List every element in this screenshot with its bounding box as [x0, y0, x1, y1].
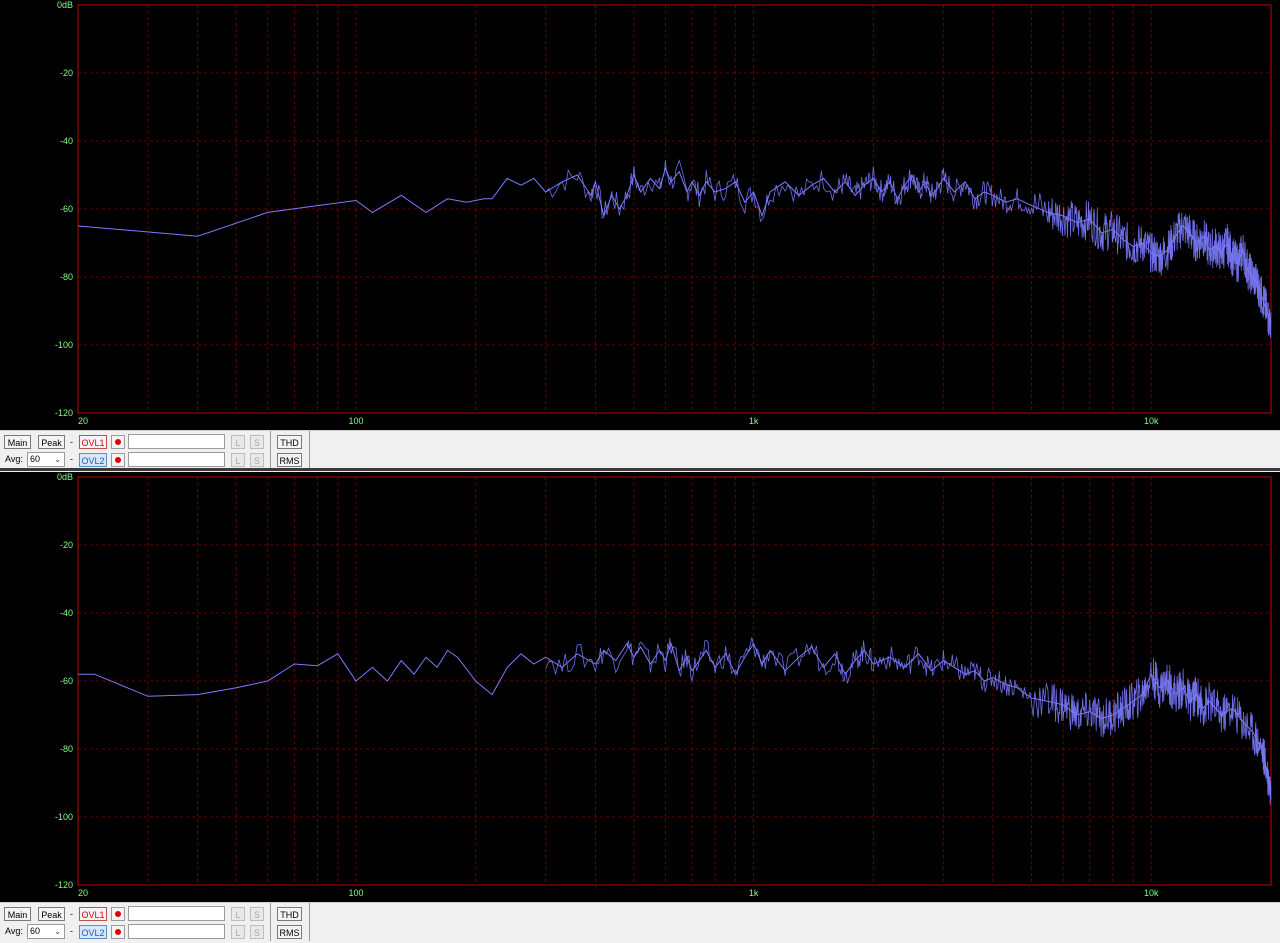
- spectrum-trace: [77, 166, 1272, 325]
- avg-select[interactable]: 60 ⌄: [27, 452, 65, 467]
- record-icon[interactable]: [111, 925, 125, 939]
- y-tick-label: -80: [60, 744, 73, 754]
- x-tick-label: 10k: [1144, 416, 1159, 426]
- dash-label: -: [70, 926, 73, 936]
- panel-divider[interactable]: [0, 468, 1280, 471]
- avg-value: 60: [30, 454, 41, 464]
- thd-button[interactable]: THD: [277, 435, 302, 449]
- rms-button[interactable]: RMS: [277, 925, 302, 939]
- y-tick-label: -60: [60, 204, 73, 214]
- dash-label: -: [70, 909, 73, 919]
- x-tick-label: 100: [348, 888, 363, 898]
- y-tick-label: -80: [60, 272, 73, 282]
- ovl1-name-field[interactable]: [128, 906, 225, 921]
- y-tick-label: 0dB: [57, 0, 73, 10]
- x-tick-label: 20: [78, 888, 88, 898]
- ovl1-name-field[interactable]: [128, 434, 225, 449]
- y-tick-label: -60: [60, 676, 73, 686]
- record-icon[interactable]: [111, 435, 125, 449]
- avg-select[interactable]: 60 ⌄: [27, 924, 65, 939]
- main-button[interactable]: Main: [4, 435, 31, 449]
- spectrum-panel-1: 0dB -20 -40 -60 -80 -100 -120 20 100 1k 10k: [0, 0, 1280, 430]
- s-button[interactable]: S: [250, 907, 264, 921]
- spectrum-chart-1: 0dB -20 -40 -60 -80 -100 -120 20 100 1k 10k: [55, 0, 1272, 426]
- l-button[interactable]: L: [231, 435, 245, 449]
- chevron-down-icon: ⌄: [54, 455, 61, 464]
- spectrum-chart-2: 0dB -20 -40 -60 -80 -100 -120 20 100 1k 10k: [55, 472, 1272, 898]
- spectrum-trace-detail: [545, 159, 1272, 338]
- toolbar-1: Main Peak - OVL1 L S THD Avg: 60 ⌄ - OVL…: [0, 430, 1280, 469]
- spectrum-trace-detail: [545, 637, 1272, 805]
- y-tick-label: -20: [60, 68, 73, 78]
- avg-label: Avg:: [5, 454, 23, 464]
- ovl2-name-field[interactable]: [128, 452, 225, 467]
- toolbar-2: Main Peak - OVL1 L S THD Avg: 60 ⌄ - OVL…: [0, 902, 1280, 943]
- spectrum-panel-2: 0dB -20 -40 -60 -80 -100 -120 20 100 1k 10k: [0, 472, 1280, 902]
- l-button[interactable]: L: [231, 925, 245, 939]
- main-button[interactable]: Main: [4, 907, 31, 921]
- y-tick-label: -20: [60, 540, 73, 550]
- thd-button[interactable]: THD: [277, 907, 302, 921]
- y-tick-label: -120: [55, 408, 73, 418]
- avg-label: Avg:: [5, 926, 23, 936]
- s-button[interactable]: S: [250, 925, 264, 939]
- l-button[interactable]: L: [231, 907, 245, 921]
- avg-value: 60: [30, 926, 41, 936]
- dash-label: -: [70, 454, 73, 464]
- record-icon[interactable]: [111, 453, 125, 467]
- y-tick-label: -100: [55, 812, 73, 822]
- record-icon[interactable]: [111, 907, 125, 921]
- ovl2-name-field[interactable]: [128, 924, 225, 939]
- x-tick-label: 1k: [749, 888, 759, 898]
- peak-button[interactable]: Peak: [38, 435, 65, 449]
- y-tick-label: -40: [60, 136, 73, 146]
- ovl1-button[interactable]: OVL1: [79, 907, 107, 921]
- s-button[interactable]: S: [250, 453, 264, 467]
- x-tick-label: 20: [78, 416, 88, 426]
- dash-label: -: [70, 437, 73, 447]
- x-tick-label: 1k: [749, 416, 759, 426]
- peak-button[interactable]: Peak: [38, 907, 65, 921]
- y-tick-label: 0dB: [57, 472, 73, 482]
- rms-button[interactable]: RMS: [277, 453, 302, 467]
- ovl2-button[interactable]: OVL2: [79, 453, 107, 467]
- y-tick-label: -100: [55, 340, 73, 350]
- y-tick-label: -120: [55, 880, 73, 890]
- y-tick-label: -40: [60, 608, 73, 618]
- x-tick-label: 100: [348, 416, 363, 426]
- l-button[interactable]: L: [231, 453, 245, 467]
- ovl1-button[interactable]: OVL1: [79, 435, 107, 449]
- s-button[interactable]: S: [250, 435, 264, 449]
- chevron-down-icon: ⌄: [54, 927, 61, 936]
- x-tick-label: 10k: [1144, 888, 1159, 898]
- ovl2-button[interactable]: OVL2: [79, 925, 107, 939]
